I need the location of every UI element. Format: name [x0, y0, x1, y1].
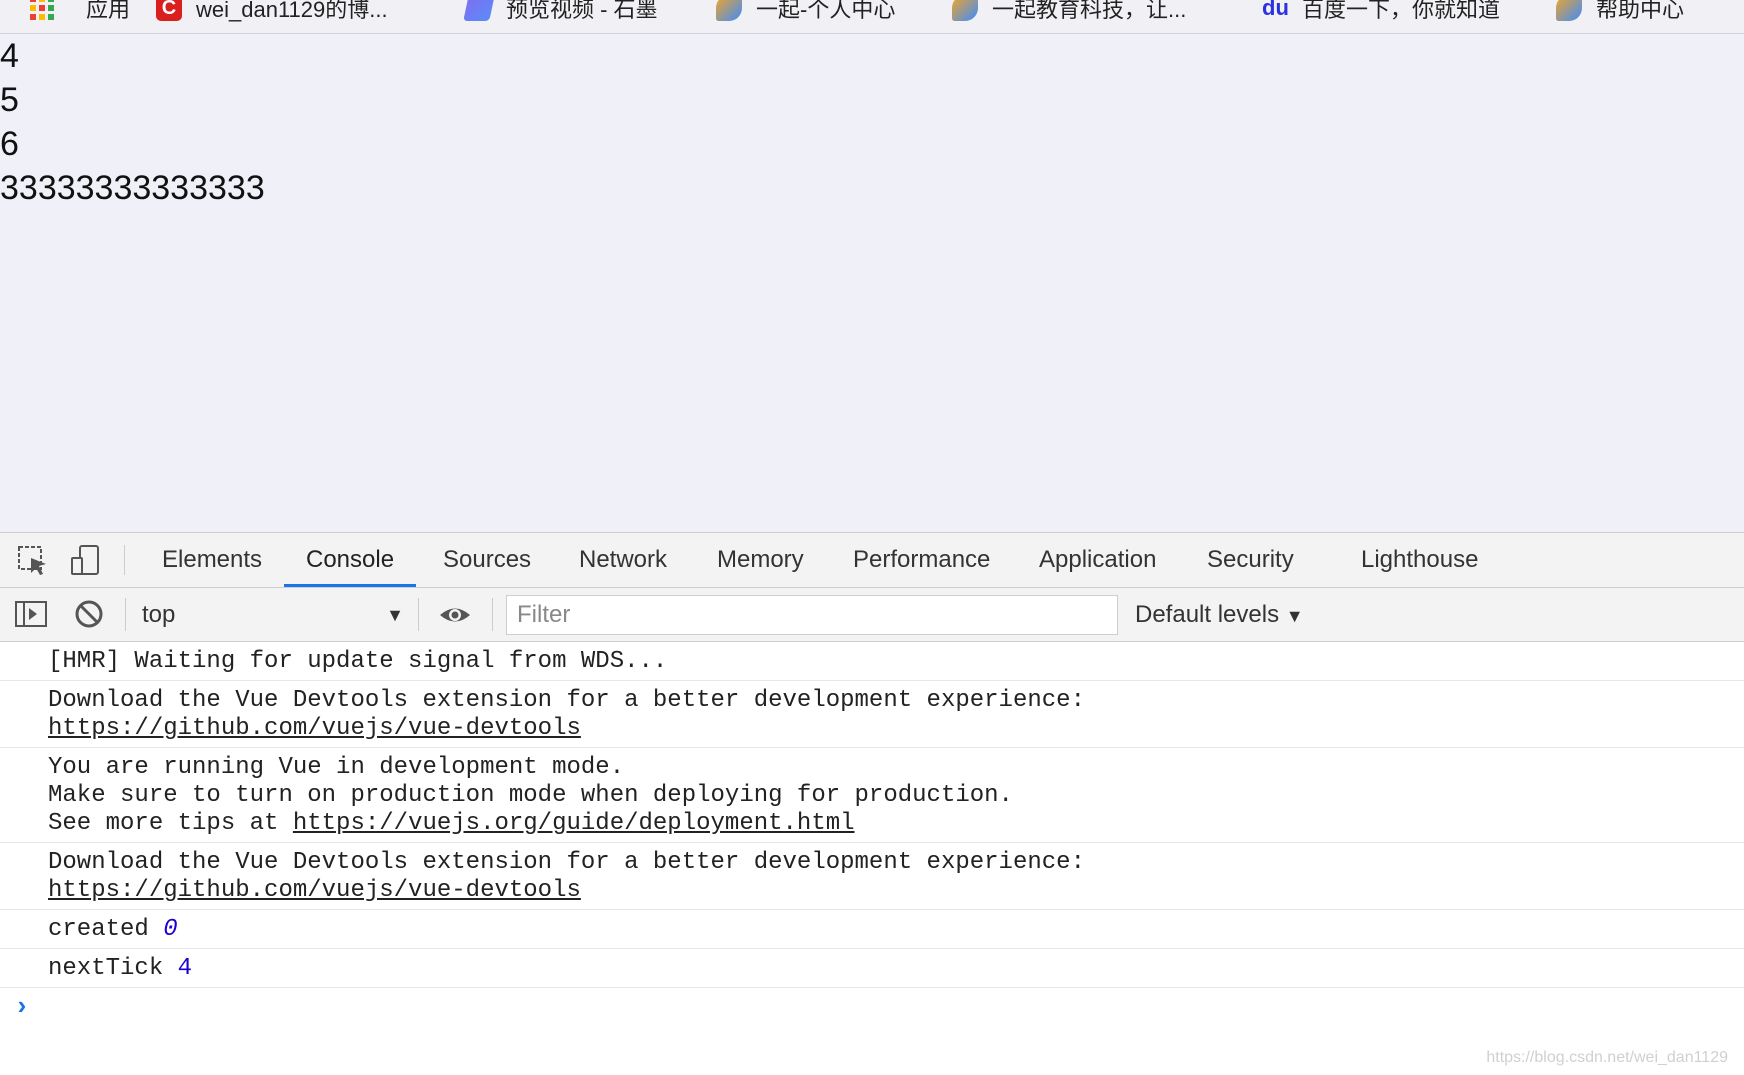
page-content: 4 5 6 33333333333333 [0, 34, 1744, 532]
shimo-icon [463, 0, 495, 21]
message-number: 4 [177, 955, 193, 982]
bookmark-help-center[interactable]: 帮助中心 [1556, 0, 1684, 28]
console-message: You are running Vue in development mode.… [0, 748, 1744, 843]
inspect-element-icon[interactable] [16, 544, 50, 578]
bookmark-shimo[interactable]: 预览视频 - 石墨 [463, 0, 658, 28]
bookmarks-bar: 应用 C wei_dan1129的博... 预览视频 - 石墨 一起-个人中心 … [0, 0, 1744, 34]
console-message: Download the Vue Devtools extension for … [0, 681, 1744, 748]
tab-application[interactable]: Application [1017, 533, 1178, 587]
bookmark-label: 一起教育科技，让... [992, 0, 1187, 22]
bookmark-yiqi-personal[interactable]: 一起-个人中心 [716, 0, 895, 28]
tab-elements[interactable]: Elements [140, 533, 284, 587]
tab-lighthouse[interactable]: Lighthouse [1339, 533, 1500, 587]
bookmark-label: 百度一下，你就知道 [1302, 0, 1501, 22]
console-prompt-icon: › [14, 992, 30, 1022]
message-text: Download the Vue Devtools extension for … [48, 687, 1085, 714]
yiqi-icon [716, 0, 742, 21]
toolbar-divider [492, 598, 493, 631]
log-levels-label: Default levels [1135, 601, 1280, 628]
log-levels-dropdown[interactable]: Default levels ▼ [1135, 596, 1304, 634]
apps-grid-icon [30, 0, 56, 20]
message-link[interactable]: https://github.com/vuejs/vue-devtools [48, 877, 581, 904]
clear-console-icon[interactable] [72, 597, 106, 631]
console-message: nextTick 4 [0, 949, 1744, 988]
message-text: You are running Vue in development mode. [48, 754, 625, 781]
tab-performance[interactable]: Performance [831, 533, 1012, 587]
message-link[interactable]: https://github.com/vuejs/vue-devtools [48, 715, 581, 742]
page-text-line: 5 [0, 81, 19, 119]
message-number: 0 [163, 916, 178, 943]
bookmark-label: 一起-个人中心 [756, 0, 896, 22]
yiqi-icon [952, 0, 978, 21]
console-message: created 0 [0, 910, 1744, 949]
device-toolbar-icon[interactable] [68, 544, 102, 578]
message-text: Download the Vue Devtools extension for … [48, 849, 1085, 876]
bookmark-label: 应用 [86, 0, 131, 22]
bookmark-baidu[interactable]: du 百度一下，你就知道 [1262, 0, 1500, 28]
page-text-line: 4 [0, 37, 19, 75]
bookmark-csdn-blog[interactable]: C wei_dan1129的博... [156, 0, 388, 28]
csdn-icon: C [156, 0, 182, 21]
message-label: created [48, 916, 149, 943]
devtools-tabbar: Elements Console Sources Network Memory … [0, 533, 1744, 588]
tab-memory[interactable]: Memory [695, 533, 826, 587]
tab-console[interactable]: Console [284, 533, 417, 587]
yiqi-icon [1556, 0, 1582, 21]
sidebar-toggle-icon[interactable] [14, 597, 48, 631]
context-value: top [142, 601, 176, 628]
console-message: [HMR] Waiting for update signal from WDS… [0, 642, 1744, 681]
toolbar-divider [124, 545, 125, 575]
message-text: [HMR] Waiting for update signal from WDS… [48, 648, 668, 675]
toolbar-divider [125, 598, 126, 631]
tab-network[interactable]: Network [557, 533, 689, 587]
page-text-line: 6 [0, 125, 19, 163]
message-label: nextTick [48, 955, 164, 982]
message-link[interactable]: https://vuejs.org/guide/deployment.html [293, 810, 855, 837]
bookmark-label: 预览视频 - 石墨 [506, 0, 658, 22]
watermark: https://blog.csdn.net/wei_dan1129 [1486, 1049, 1728, 1066]
baidu-icon: du [1262, 0, 1289, 20]
console-message: Download the Vue Devtools extension for … [0, 843, 1744, 910]
message-text: Make sure to turn on production mode whe… [48, 782, 1013, 809]
page-text-line: 33333333333333 [0, 169, 265, 207]
bookmark-label: wei_dan1129的博... [196, 0, 388, 22]
bookmark-label: 帮助中心 [1596, 0, 1685, 22]
devtools-panel: Elements Console Sources Network Memory … [0, 532, 1744, 1075]
tab-sources[interactable]: Sources [421, 533, 553, 587]
message-text: See more tips at [48, 810, 293, 837]
filter-input[interactable] [506, 595, 1118, 635]
console-toolbar: top ▼ Default levels ▼ [0, 588, 1744, 642]
toolbar-divider [418, 598, 419, 631]
dropdown-arrow-icon: ▼ [386, 605, 404, 625]
tab-security[interactable]: Security [1185, 533, 1316, 587]
live-expression-eye-icon[interactable] [438, 598, 472, 632]
bookmark-yiqi-edu[interactable]: 一起教育科技，让... [952, 0, 1186, 28]
bookmark-apps[interactable]: 应用 [30, 0, 130, 28]
dropdown-arrow-icon: ▼ [1285, 606, 1304, 626]
console-prompt-row[interactable]: › [0, 988, 1744, 1028]
context-selector[interactable]: top ▼ [142, 596, 404, 634]
console-messages: [HMR] Waiting for update signal from WDS… [0, 642, 1744, 1028]
